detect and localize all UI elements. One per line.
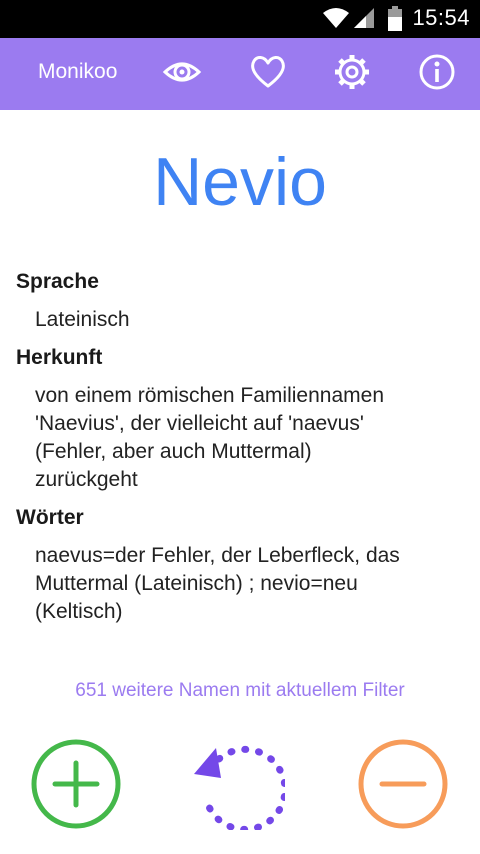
language-label: Sprache (16, 270, 99, 293)
app-title: Monikoo (38, 60, 118, 83)
origin-line: (Fehler, aber auch Muttermal) (35, 440, 312, 463)
origin-line: von einem römischen Familiennamen (35, 384, 384, 407)
words-label: Wörter (16, 506, 84, 529)
info-icon (417, 52, 457, 97)
gear-icon (332, 52, 372, 97)
words-line: (Keltisch) (35, 600, 123, 623)
favorites-button[interactable] (246, 52, 290, 96)
minus-circle-icon (357, 739, 449, 834)
status-bar: 15:54 (0, 0, 480, 38)
origin-text: von einem römischen Familiennamen 'Naevi… (35, 382, 455, 494)
heart-icon (248, 52, 288, 97)
name-title: Nevio (153, 144, 327, 220)
eye-icon (162, 52, 202, 97)
plus-circle-icon (30, 739, 122, 834)
origin-line: 'Naevius', der vielleicht auf 'naevus' (35, 412, 364, 435)
settings-button[interactable] (330, 52, 374, 96)
wifi-icon (322, 6, 350, 35)
add-button[interactable] (30, 738, 122, 830)
status-time: 15:54 (412, 5, 470, 30)
eye-button[interactable] (160, 52, 204, 96)
undo-button[interactable] (193, 738, 289, 833)
words-text: naevus=der Fehler, der Leberfleck, das M… (35, 542, 455, 626)
origin-label: Herkunft (16, 346, 103, 369)
words-line: Muttermal (Lateinisch) ; nevio=neu (35, 572, 358, 595)
undo-icon (193, 745, 289, 834)
info-button[interactable] (415, 52, 459, 96)
language-value: Lateinisch (35, 308, 130, 331)
signal-icon (352, 6, 376, 35)
filter-info[interactable]: 651 weitere Namen mit aktuellem Filter (0, 680, 480, 702)
remove-button[interactable] (357, 738, 449, 830)
origin-line: zurückgeht (35, 468, 138, 491)
words-line: naevus=der Fehler, der Leberfleck, das (35, 544, 400, 567)
app-bar: Monikoo (0, 38, 480, 110)
battery-icon (387, 6, 403, 37)
